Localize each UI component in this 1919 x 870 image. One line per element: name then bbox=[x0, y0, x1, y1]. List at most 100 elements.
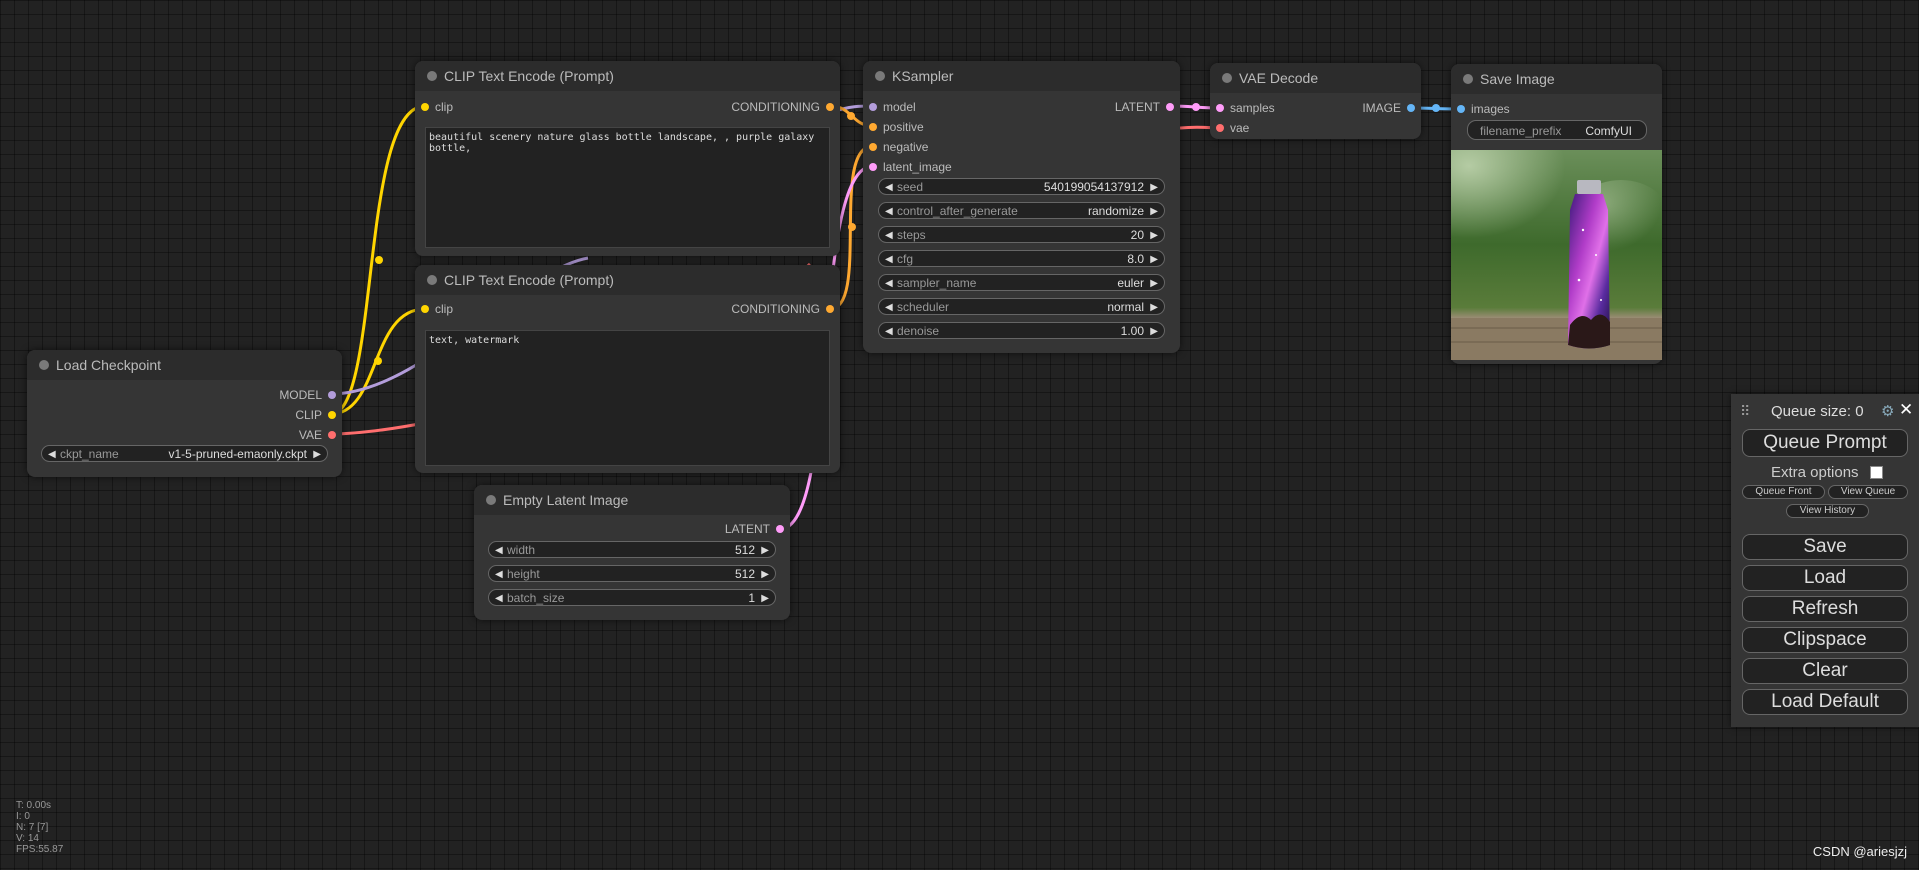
output-image-preview[interactable] bbox=[1451, 150, 1662, 360]
output-slot-image[interactable]: IMAGE bbox=[1362, 101, 1415, 115]
output-slot-clip[interactable]: CLIP bbox=[295, 408, 336, 422]
close-icon[interactable]: ✕ bbox=[1899, 400, 1913, 420]
slot-dot-icon[interactable] bbox=[1407, 104, 1415, 112]
widget-scheduler[interactable]: ◀ scheduler normal ▶ bbox=[878, 298, 1165, 315]
input-slot-negative[interactable]: negative bbox=[869, 140, 928, 154]
slot-dot-icon[interactable] bbox=[869, 163, 877, 171]
load-default-button[interactable]: Load Default bbox=[1742, 689, 1908, 715]
input-slot-vae[interactable]: vae bbox=[1216, 121, 1249, 135]
decrement-arrow-icon[interactable]: ◀ bbox=[495, 566, 503, 583]
decrement-arrow-icon[interactable]: ◀ bbox=[48, 446, 56, 463]
slot-dot-icon[interactable] bbox=[869, 143, 877, 151]
widget-height[interactable]: ◀ height 512 ▶ bbox=[488, 565, 776, 582]
view-queue-button[interactable]: View Queue bbox=[1828, 485, 1908, 499]
clipspace-button[interactable]: Clipspace bbox=[1742, 627, 1908, 653]
slot-dot-icon[interactable] bbox=[1216, 124, 1224, 132]
increment-arrow-icon[interactable]: ▶ bbox=[1150, 227, 1158, 244]
decrement-arrow-icon[interactable]: ◀ bbox=[885, 227, 893, 244]
output-slot-model[interactable]: MODEL bbox=[279, 388, 336, 402]
decrement-arrow-icon[interactable]: ◀ bbox=[885, 179, 893, 196]
increment-arrow-icon[interactable]: ▶ bbox=[1150, 179, 1158, 196]
widget-control-after-generate[interactable]: ◀ control_after_generate randomize ▶ bbox=[878, 202, 1165, 219]
gear-icon[interactable]: ⚙ bbox=[1881, 402, 1894, 420]
input-slot-latent-image[interactable]: latent_image bbox=[869, 160, 952, 174]
increment-arrow-icon[interactable]: ▶ bbox=[313, 446, 321, 463]
output-slot-latent[interactable]: LATENT bbox=[1115, 100, 1174, 114]
slot-dot-icon[interactable] bbox=[328, 411, 336, 419]
widget-denoise[interactable]: ◀ denoise 1.00 ▶ bbox=[878, 322, 1165, 339]
empty-latent-image-node[interactable]: Empty Latent Image LATENT ◀ width 512 ▶ … bbox=[474, 485, 790, 620]
slot-dot-icon[interactable] bbox=[826, 103, 834, 111]
widget-batch-size[interactable]: ◀ batch_size 1 ▶ bbox=[488, 589, 776, 606]
collapse-dot-icon[interactable] bbox=[486, 495, 496, 505]
increment-arrow-icon[interactable]: ▶ bbox=[1150, 299, 1158, 316]
node-title[interactable]: Empty Latent Image bbox=[474, 485, 790, 515]
clip-text-encode-negative-node[interactable]: CLIP Text Encode (Prompt) clip CONDITION… bbox=[415, 265, 840, 473]
output-slot-vae[interactable]: VAE bbox=[299, 428, 336, 442]
ksampler-node[interactable]: KSampler model LATENT positive negative … bbox=[863, 61, 1180, 353]
input-slot-clip[interactable]: clip bbox=[421, 302, 453, 316]
decrement-arrow-icon[interactable]: ◀ bbox=[885, 323, 893, 340]
save-button[interactable]: Save bbox=[1742, 534, 1908, 560]
output-slot-latent[interactable]: LATENT bbox=[725, 522, 784, 536]
increment-arrow-icon[interactable]: ▶ bbox=[1150, 251, 1158, 268]
collapse-dot-icon[interactable] bbox=[875, 71, 885, 81]
node-title[interactable]: Save Image bbox=[1451, 64, 1662, 94]
collapse-dot-icon[interactable] bbox=[1222, 73, 1232, 83]
input-slot-images[interactable]: images bbox=[1457, 102, 1510, 116]
prompt-textarea[interactable]: beautiful scenery nature glass bottle la… bbox=[425, 127, 830, 248]
node-title[interactable]: Load Checkpoint bbox=[27, 350, 342, 380]
collapse-dot-icon[interactable] bbox=[39, 360, 49, 370]
slot-dot-icon[interactable] bbox=[421, 103, 429, 111]
output-slot-conditioning[interactable]: CONDITIONING bbox=[731, 302, 834, 316]
widget-seed[interactable]: ◀ seed 540199054137912 ▶ bbox=[878, 178, 1165, 195]
widget-sampler-name[interactable]: ◀ sampler_name euler ▶ bbox=[878, 274, 1165, 291]
slot-dot-icon[interactable] bbox=[328, 391, 336, 399]
slot-dot-icon[interactable] bbox=[1457, 105, 1465, 113]
widget-width[interactable]: ◀ width 512 ▶ bbox=[488, 541, 776, 558]
widget-ckpt-name[interactable]: ◀ ckpt_name v1-5-pruned-emaonly.ckpt ▶ bbox=[41, 445, 328, 462]
node-title[interactable]: CLIP Text Encode (Prompt) bbox=[415, 61, 840, 91]
slot-dot-icon[interactable] bbox=[869, 103, 877, 111]
extra-options-checkbox[interactable] bbox=[1870, 466, 1883, 479]
collapse-dot-icon[interactable] bbox=[427, 275, 437, 285]
input-slot-samples[interactable]: samples bbox=[1216, 101, 1275, 115]
collapse-dot-icon[interactable] bbox=[427, 71, 437, 81]
drag-handle-icon[interactable]: ⠿ bbox=[1740, 403, 1750, 420]
input-slot-clip[interactable]: clip bbox=[421, 100, 453, 114]
vae-decode-node[interactable]: VAE Decode samples IMAGE vae bbox=[1210, 63, 1421, 139]
slot-dot-icon[interactable] bbox=[1166, 103, 1174, 111]
increment-arrow-icon[interactable]: ▶ bbox=[761, 542, 769, 559]
node-title[interactable]: KSampler bbox=[863, 61, 1180, 91]
queue-prompt-button[interactable]: Queue Prompt bbox=[1742, 429, 1908, 457]
slot-dot-icon[interactable] bbox=[328, 431, 336, 439]
queue-front-button[interactable]: Queue Front bbox=[1742, 485, 1825, 499]
view-history-button[interactable]: View History bbox=[1786, 504, 1869, 518]
decrement-arrow-icon[interactable]: ◀ bbox=[495, 542, 503, 559]
load-button[interactable]: Load bbox=[1742, 565, 1908, 591]
slot-dot-icon[interactable] bbox=[826, 305, 834, 313]
prompt-textarea[interactable]: text, watermark bbox=[425, 330, 830, 466]
decrement-arrow-icon[interactable]: ◀ bbox=[885, 275, 893, 292]
increment-arrow-icon[interactable]: ▶ bbox=[761, 566, 769, 583]
slot-dot-icon[interactable] bbox=[1216, 104, 1224, 112]
widget-cfg[interactable]: ◀ cfg 8.0 ▶ bbox=[878, 250, 1165, 267]
widget-filename-prefix[interactable]: filename_prefix ComfyUI bbox=[1467, 120, 1647, 140]
slot-dot-icon[interactable] bbox=[869, 123, 877, 131]
refresh-button[interactable]: Refresh bbox=[1742, 596, 1908, 622]
slot-dot-icon[interactable] bbox=[421, 305, 429, 313]
decrement-arrow-icon[interactable]: ◀ bbox=[885, 251, 893, 268]
load-checkpoint-node[interactable]: Load Checkpoint MODEL CLIP VAE ◀ ckpt_na… bbox=[27, 350, 342, 477]
decrement-arrow-icon[interactable]: ◀ bbox=[495, 590, 503, 607]
increment-arrow-icon[interactable]: ▶ bbox=[1150, 275, 1158, 292]
clear-button[interactable]: Clear bbox=[1742, 658, 1908, 684]
decrement-arrow-icon[interactable]: ◀ bbox=[885, 203, 893, 220]
increment-arrow-icon[interactable]: ▶ bbox=[1150, 323, 1158, 340]
decrement-arrow-icon[interactable]: ◀ bbox=[885, 299, 893, 316]
increment-arrow-icon[interactable]: ▶ bbox=[1150, 203, 1158, 220]
collapse-dot-icon[interactable] bbox=[1463, 74, 1473, 84]
increment-arrow-icon[interactable]: ▶ bbox=[761, 590, 769, 607]
slot-dot-icon[interactable] bbox=[776, 525, 784, 533]
widget-steps[interactable]: ◀ steps 20 ▶ bbox=[878, 226, 1165, 243]
input-slot-model[interactable]: model bbox=[869, 100, 916, 114]
